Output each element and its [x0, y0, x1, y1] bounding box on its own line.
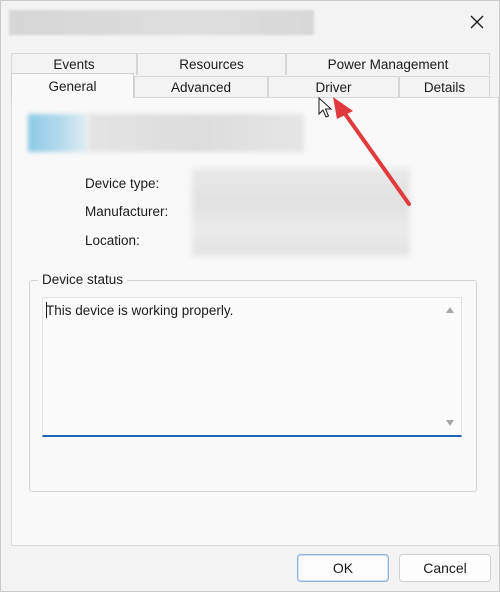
title-bar [1, 1, 499, 43]
tab-label: Events [53, 57, 95, 72]
device-name-redacted [88, 114, 304, 152]
device-status-textbox[interactable]: This device is working properly. [42, 297, 462, 437]
location-label: Location: [85, 233, 140, 248]
tab-events[interactable]: Events [11, 53, 137, 75]
general-tab-panel: Device type: Manufacturer: Location: Dev… [11, 97, 499, 546]
scroll-down-icon[interactable] [446, 420, 454, 426]
tab-label: Advanced [170, 80, 232, 95]
manufacturer-label: Manufacturer: [85, 204, 169, 219]
close-icon [470, 15, 484, 29]
device-properties-dialog: Events Resources Power Management Genera… [0, 0, 500, 592]
ok-button[interactable]: OK [297, 554, 389, 582]
tab-label: Details [423, 80, 466, 95]
tab-details[interactable]: Details [399, 76, 490, 98]
tab-label: General [48, 78, 97, 94]
tab-power-management[interactable]: Power Management [286, 53, 490, 75]
device-icon [28, 114, 88, 152]
tab-resources[interactable]: Resources [137, 53, 286, 75]
device-status-group: Device status This device is working pro… [29, 272, 477, 492]
close-button[interactable] [459, 7, 495, 37]
cancel-button[interactable]: Cancel [399, 554, 491, 582]
device-status-legend: Device status [38, 272, 128, 287]
tab-general[interactable]: General [11, 73, 134, 98]
tab-driver[interactable]: Driver [268, 76, 399, 98]
tab-label: Driver [315, 80, 352, 95]
tab-advanced[interactable]: Advanced [134, 76, 268, 98]
mouse-pointer-icon [318, 97, 333, 118]
tab-label: Resources [179, 57, 244, 72]
device-status-text: This device is working properly. [46, 303, 234, 318]
scroll-up-icon[interactable] [446, 307, 454, 313]
device-type-label: Device type: [85, 176, 160, 191]
tab-label: Power Management [327, 57, 449, 72]
window-title-redacted [9, 10, 314, 35]
property-values-redacted [192, 168, 410, 256]
